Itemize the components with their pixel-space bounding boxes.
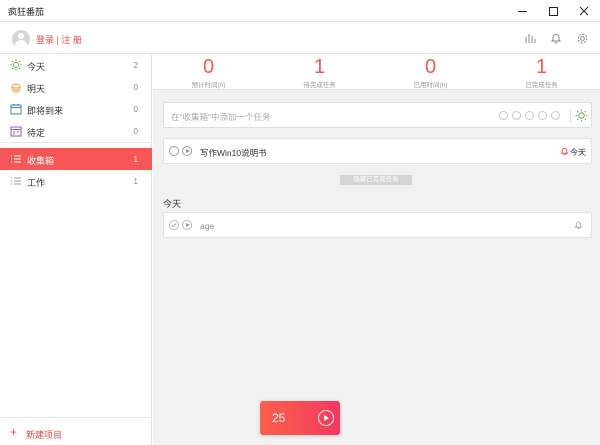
stat-value: 1 (535, 56, 548, 78)
task-due-date: 今天 (570, 148, 586, 157)
stat-pending-tasks: 1 待完成任务 (264, 54, 375, 89)
stats-button[interactable] (522, 30, 538, 46)
sidebar-item-label: 明天 (27, 84, 46, 94)
main-panel: 0 预计时间(h) 1 待完成任务 0 已用时间(h) 1 已完成任务 在"收集… (153, 54, 600, 445)
sidebar-item-upcoming[interactable]: 即将到来 0 (0, 98, 152, 120)
notification-button[interactable] (548, 30, 564, 46)
new-project-label: 新建项目 (26, 430, 63, 440)
sidebar-item-label: 即将到来 (27, 106, 64, 116)
avatar[interactable] (12, 30, 30, 48)
minimize-icon (517, 10, 527, 12)
task-row[interactable]: 写作Win10说明书 今天 (163, 138, 592, 164)
task-completed-check-icon[interactable] (169, 220, 179, 230)
stat-value: 0 (202, 56, 215, 78)
list-icon (11, 155, 21, 163)
stats-bar: 0 预计时间(h) 1 待完成任务 0 已用时间(h) 1 已完成任务 (153, 54, 600, 90)
stat-caption: 已完成任务 (525, 82, 558, 89)
stat-completed-tasks: 1 已完成任务 (486, 54, 597, 89)
gear-icon (577, 33, 587, 43)
sidebar-item-label: 今天 (27, 62, 46, 72)
play-icon[interactable] (318, 410, 334, 426)
bell-icon (574, 221, 583, 230)
sidebar-item-pending[interactable]: 待定 0 (0, 120, 152, 142)
stat-estimated-time: 0 预计时间(h) (153, 54, 264, 89)
tomato-estimate-icon[interactable] (525, 111, 534, 120)
sun-icon (10, 59, 22, 71)
timer-minutes: 25 (272, 411, 286, 425)
add-task-input[interactable]: 在"收集箱"中添加一个任务 (163, 102, 592, 128)
sidebar-item-today[interactable]: 今天 2 (0, 54, 152, 76)
sidebar-item-tomorrow[interactable]: 明天 0 (0, 76, 152, 98)
stat-caption: 待完成任务 (303, 82, 336, 89)
sidebar-divider (0, 142, 152, 143)
sidebar-item-count: 0 (133, 105, 138, 114)
task-row[interactable]: age (163, 212, 592, 238)
sidebar-item-count: 0 (133, 127, 138, 136)
sun-icon[interactable] (575, 109, 588, 122)
settings-button[interactable] (574, 30, 590, 46)
bell-icon (560, 147, 569, 156)
hide-completed-button[interactable]: 隐藏已完成任务 (340, 175, 412, 185)
task-name: 写作Win10说明书 (200, 148, 267, 158)
maximize-button[interactable] (538, 0, 568, 22)
divider (570, 109, 571, 122)
calendar-icon (10, 104, 22, 115)
new-project-button[interactable]: + 新建项目 (0, 417, 152, 445)
plus-icon: + (10, 425, 18, 439)
sidebar: 今天 2 明天 0 即将到来 0 待定 0 收集箱 1 工作 1 + 新建项目 (0, 54, 152, 445)
completed-section-title: 今天 (163, 199, 182, 209)
tomato-estimate-icon[interactable] (499, 111, 508, 120)
sidebar-item-count: 0 (133, 83, 138, 92)
tomato-estimate-icon[interactable] (551, 111, 560, 120)
close-button[interactable] (569, 0, 599, 22)
window-title: 疯狂番茄 (8, 7, 45, 17)
stat-used-time: 0 已用时间(h) (375, 54, 486, 89)
sidebar-item-count: 2 (133, 61, 138, 70)
start-pomodoro-icon[interactable] (182, 220, 192, 230)
app-header: 登录 | 注 册 (0, 22, 600, 54)
calendar-pending-icon (10, 126, 22, 137)
title-bar: 疯狂番茄 (0, 0, 600, 22)
tomato-estimate-icon[interactable] (538, 111, 547, 120)
pomodoro-timer: 25 (260, 401, 340, 435)
stat-value: 0 (424, 56, 437, 78)
sidebar-item-label: 待定 (27, 128, 46, 138)
stat-caption: 已用时间(h) (413, 82, 448, 89)
sidebar-item-count: 1 (133, 177, 138, 186)
sidebar-item-inbox[interactable]: 收集箱 1 (0, 148, 152, 170)
list-icon (11, 177, 21, 185)
stat-caption: 预计时间(h) (191, 82, 226, 89)
sidebar-item-label: 收集箱 (27, 156, 55, 166)
start-pomodoro-icon[interactable] (182, 146, 192, 156)
login-register-link[interactable]: 登录 | 注 册 (36, 33, 82, 46)
sidebar-item-label: 工作 (27, 178, 46, 188)
stats-icon (525, 34, 536, 43)
sidebar-item-work[interactable]: 工作 1 (0, 170, 152, 192)
sidebar-item-count: 1 (133, 155, 138, 164)
close-icon (579, 6, 589, 16)
bell-icon (550, 34, 562, 44)
task-complete-checkbox[interactable] (169, 146, 179, 156)
stat-value: 1 (313, 56, 326, 78)
sunset-icon (11, 83, 21, 93)
minimize-button[interactable] (507, 0, 537, 22)
add-task-placeholder: 在"收集箱"中添加一个任务 (171, 112, 271, 122)
tomato-estimate-icon[interactable] (512, 111, 521, 120)
task-name: age (200, 221, 215, 231)
maximize-icon (548, 6, 558, 16)
